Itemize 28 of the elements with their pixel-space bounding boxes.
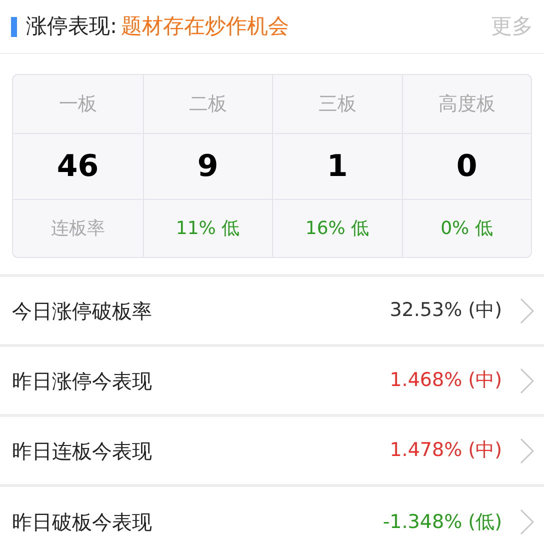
metric-label: 昨日连板今表现 <box>12 438 152 464</box>
board-rate: 11% 低 <box>176 217 240 241</box>
board-count: 1 <box>326 148 348 186</box>
accent-bar <box>11 16 17 36</box>
metric-label: 昨日破板今表现 <box>12 509 152 536</box>
board-rate: 0% 低 <box>440 217 493 241</box>
metric-label: 今日涨停破板率 <box>12 298 152 324</box>
section-title: 涨停表现: <box>26 12 118 40</box>
chevron-right-icon[interactable] <box>520 438 534 464</box>
board-rate: 16% 低 <box>305 217 370 241</box>
section-highlight: 题材存在炒作机会 <box>121 12 290 40</box>
metric-value: -1.348% (低) <box>382 510 502 535</box>
column-header: 一板 <box>58 92 97 117</box>
chevron-right-icon[interactable] <box>520 368 534 394</box>
column-header: 高度板 <box>438 92 496 117</box>
column-header: 三板 <box>318 92 356 117</box>
board-count: 46 <box>56 148 99 186</box>
metric-value: 1.478% (中) <box>390 438 502 464</box>
chevron-right-icon[interactable] <box>520 298 534 324</box>
more-link[interactable]: 更多 <box>491 10 533 42</box>
board-count: 9 <box>197 148 218 186</box>
metric-label: 昨日涨停今表现 <box>12 368 152 394</box>
metric-value: 1.468% (中) <box>390 368 502 394</box>
board-count: 0 <box>456 148 478 186</box>
column-header: 二板 <box>188 92 227 117</box>
metric-value: 32.53% (中) <box>390 298 502 324</box>
chevron-right-icon[interactable] <box>520 509 534 535</box>
board-rate: 连板率 <box>50 217 105 241</box>
